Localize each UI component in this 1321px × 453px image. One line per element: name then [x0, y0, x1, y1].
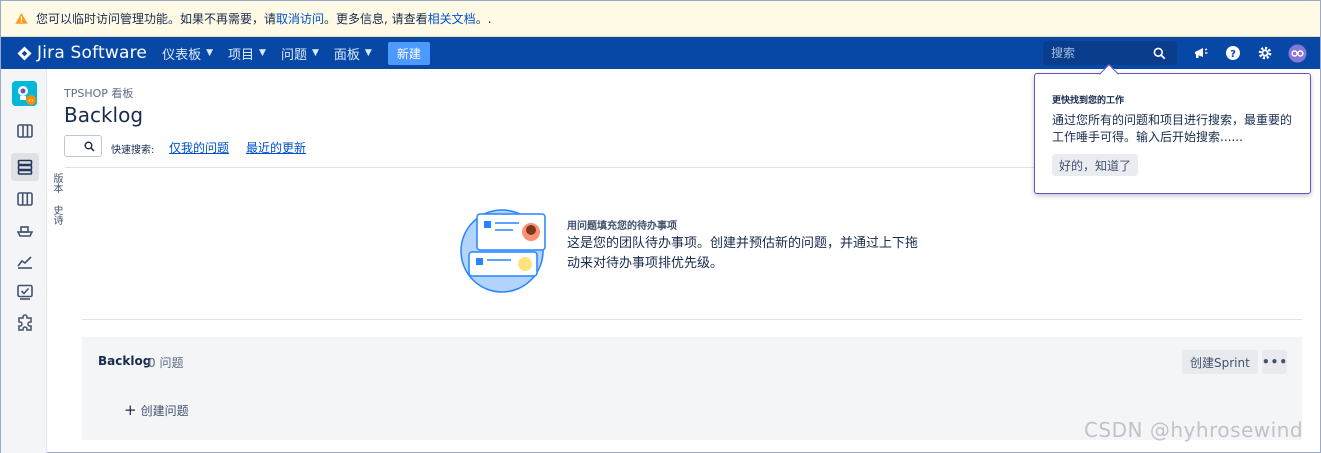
nav-projects[interactable]: 项目 ▼	[228, 44, 266, 63]
backlog-icon[interactable]	[11, 153, 39, 181]
chevron-down-icon: ▼	[311, 48, 319, 58]
search-tip-popup: 更快找到您的工作 通过您所有的问题和项目进行搜索，最重要的工作唾手可得。输入后开…	[1034, 73, 1311, 194]
docs-link[interactable]: 相关文档	[428, 10, 476, 27]
reports-icon[interactable]	[11, 247, 39, 275]
backlog-title: Backlog	[98, 354, 152, 368]
chevron-down-icon: ▼	[364, 48, 372, 58]
nav-issues[interactable]: 问题 ▼	[281, 44, 319, 63]
banner-text-after: 。.	[475, 12, 492, 26]
empty-state-heading: 用问题填充您的待办事项	[567, 221, 677, 232]
project-avatar[interactable]: ‹›	[12, 81, 37, 106]
plus-icon: +	[124, 401, 137, 419]
nav-dashboards-label: 仪表板	[162, 47, 202, 63]
svg-text:?: ?	[1230, 49, 1236, 60]
search-icon	[84, 140, 95, 152]
ship-icon[interactable]	[11, 216, 39, 244]
divider	[82, 319, 1302, 320]
popup-dismiss-button[interactable]: 好的，知道了	[1052, 154, 1139, 176]
popup-body: 通过您所有的问题和项目进行搜索，最重要的工作唾手可得。输入后开始搜索......	[1052, 113, 1293, 144]
logo-text: Jira Software	[37, 43, 148, 63]
board-icon[interactable]	[11, 117, 39, 145]
nav-dashboards[interactable]: 仪表板 ▼	[162, 44, 213, 63]
nav-boards-label: 面板	[333, 47, 360, 63]
project-sidebar: ‹›	[1, 69, 47, 453]
quick-search-label: 快速搜索:	[111, 145, 155, 156]
banner-text-before: 您可以临时访问管理功能。如果不再需要，请	[36, 12, 277, 26]
nav-issues-label: 问题	[280, 47, 307, 63]
popup-title: 更快找到您的工作	[1052, 96, 1125, 106]
gear-icon[interactable]	[1255, 43, 1275, 63]
banner-text-middle: 。更多信息, 请查看	[324, 12, 428, 26]
jira-logo[interactable]: Jira Software	[17, 43, 147, 63]
create-button[interactable]: 新建	[387, 41, 430, 65]
chevron-down-icon: ▼	[206, 48, 214, 58]
user-avatar[interactable]	[1287, 43, 1307, 63]
create-issue-label: 创建问题	[140, 403, 189, 418]
filter-only-my-issues[interactable]: 仅我的问题	[169, 139, 229, 156]
empty-backlog-illustration	[459, 208, 547, 297]
revoke-access-link[interactable]: 取消访问	[276, 10, 324, 27]
create-issue-button[interactable]: + 创建问题	[124, 401, 189, 419]
nav-boards[interactable]: 面板 ▼	[334, 44, 372, 63]
watermark: CSDN @hyhrosewind	[1084, 418, 1304, 442]
megaphone-icon[interactable]	[1191, 43, 1211, 63]
jira-diamond-icon	[17, 45, 32, 61]
svg-text:‹›: ‹›	[28, 97, 34, 105]
issues-icon[interactable]	[11, 278, 39, 306]
create-sprint-button[interactable]: 创建Sprint	[1182, 350, 1258, 374]
chevron-down-icon: ▼	[259, 48, 266, 58]
top-navigation: Jira Software 仪表板 ▼ 项目 ▼ 问题 ▼ 面板 ▼ 新建 搜索…	[1, 37, 1320, 69]
warning-icon	[15, 12, 28, 24]
admin-access-banner: 您可以临时访问管理功能。如果不再需要，请 取消访问 。更多信息, 请查看 相关文…	[1, 1, 1320, 37]
columns-icon[interactable]	[11, 185, 39, 213]
page-title: Backlog	[64, 103, 144, 127]
addons-icon[interactable]	[11, 309, 39, 337]
more-actions-button[interactable]: •••	[1262, 350, 1287, 374]
backlog-issue-count: 0 问题	[148, 356, 184, 370]
tab-versions[interactable]: 版本	[49, 173, 64, 193]
backlog-search-input[interactable]	[64, 135, 102, 157]
vertical-tabs: 版本 史诗	[49, 173, 63, 237]
help-icon[interactable]: ?	[1223, 43, 1243, 63]
filter-recently-updated[interactable]: 最近的更新	[246, 139, 306, 156]
empty-state-text: 这是您的团队待办事项。创建并预估新的问题，并通过上下拖动来对待办事项排优先级。	[567, 236, 919, 271]
breadcrumb[interactable]: TPSHOP 看板	[64, 85, 133, 101]
nav-projects-label: 项目	[228, 47, 255, 63]
tab-epics[interactable]: 史诗	[49, 205, 64, 225]
search-input[interactable]	[1043, 46, 1153, 60]
nav-search[interactable]	[1043, 41, 1177, 65]
search-icon[interactable]	[1153, 47, 1166, 60]
